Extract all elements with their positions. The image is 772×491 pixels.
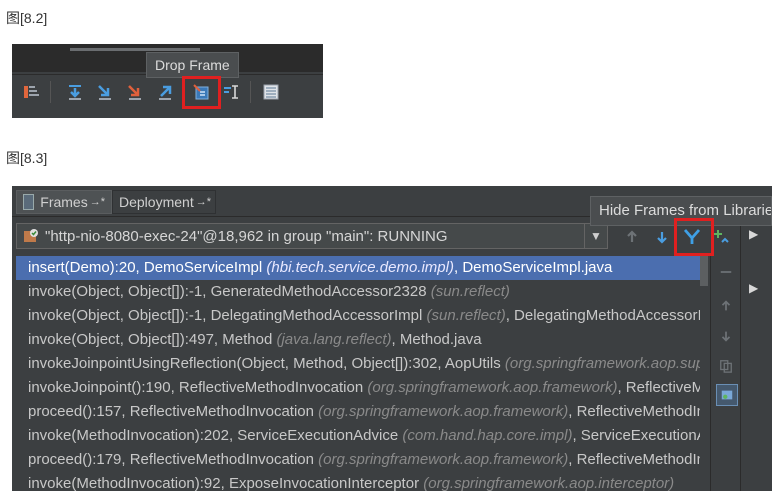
right-gutter: ▶ ▶ <box>740 217 772 491</box>
frame-package: (org.springframework.aop.framework) <box>318 451 569 468</box>
frame-package: (sun.reflect) <box>430 283 510 300</box>
frame-package: (org.springframework.aop.interceptor) <box>423 475 675 491</box>
step-into-icon[interactable] <box>94 81 116 103</box>
frame-package: (hbi.tech.service.demo.impl) <box>266 259 454 276</box>
frames-panel-screenshot: Frames →* Deployment →* "http-nio-8080-e… <box>12 186 772 491</box>
tab-frames-pin: →* <box>89 196 105 208</box>
step-over-icon[interactable] <box>64 81 86 103</box>
frame-package: (org.springframework.aop.framework) <box>367 379 618 396</box>
frame-method: insert(Demo):20, DemoServiceImpl <box>28 259 267 276</box>
frame-method: invokeJoinpoint():190, ReflectiveMethodI… <box>28 379 368 396</box>
frames-icon <box>23 194 35 210</box>
thread-select-value: "http-nio-8080-exec-24"@18,962 in group … <box>45 227 448 245</box>
frame-row[interactable]: invokeJoinpoint():190, ReflectiveMethodI… <box>16 376 708 400</box>
caption-fig-8-3: 图[8.3] <box>6 150 48 166</box>
frame-method: proceed():157, ReflectiveMethodInvocatio… <box>28 403 319 420</box>
tab-deployment-pin: →* <box>195 196 211 208</box>
play-icon[interactable]: ▶ <box>749 281 758 295</box>
frame-method: proceed():179, ReflectiveMethodInvocatio… <box>28 451 319 468</box>
frame-source: , Method.java <box>391 331 482 348</box>
watches-toggle-icon[interactable] <box>716 384 738 406</box>
frame-method: invoke(Object, Object[]):-1, GeneratedMe… <box>28 283 431 300</box>
side-toolbar <box>710 256 741 491</box>
frame-row[interactable]: invoke(MethodInvocation):92, ExposeInvoc… <box>16 472 708 491</box>
evaluate-expression-icon[interactable] <box>260 81 282 103</box>
minus-icon[interactable] <box>716 262 736 282</box>
frame-source: , ServiceExecutionAdvice <box>572 427 708 444</box>
frames-scrollbar[interactable] <box>700 256 708 491</box>
frame-package: (sun.reflect) <box>426 307 506 324</box>
frame-package: (java.lang.reflect) <box>276 331 392 348</box>
debugger-toolbar <box>12 74 323 111</box>
frame-source: , DelegatingMethodAccessorImpl <box>505 307 708 324</box>
frame-source: , ReflectiveMethodInvocation <box>617 379 708 396</box>
frame-package: (org.springframework.aop.support) <box>504 355 708 372</box>
frame-method: invoke(MethodInvocation):92, ExposeInvoc… <box>28 475 424 491</box>
caption-fig-8-2: 图[8.2] <box>6 10 48 26</box>
drop-frame-highlight-box <box>182 76 221 109</box>
tab-frames[interactable]: Frames →* <box>16 190 112 214</box>
frame-row[interactable]: invoke(MethodInvocation):202, ServiceExe… <box>16 424 708 448</box>
add-frame-icon[interactable] <box>712 227 732 247</box>
previous-frame-icon[interactable] <box>622 227 642 247</box>
frame-method: invoke(Object, Object[]):497, Method <box>28 331 277 348</box>
frame-source: , ReflectiveMethodInvocation <box>568 403 708 420</box>
frame-package: (org.springframework.aop.framework) <box>318 403 569 420</box>
hide-frames-highlight-box <box>674 218 714 256</box>
tab-frames-label: Frames <box>40 194 88 210</box>
next-frame-icon[interactable] <box>652 227 672 247</box>
chevron-down-icon[interactable]: ▼ <box>584 224 607 248</box>
frame-row[interactable]: insert(Demo):20, DemoServiceImpl (hbi.te… <box>16 256 708 280</box>
copy-icon[interactable] <box>716 356 736 376</box>
tab-deployment-label: Deployment <box>119 194 194 210</box>
frame-source: , ReflectiveMethodInvocation <box>568 451 708 468</box>
frame-row[interactable]: proceed():157, ReflectiveMethodInvocatio… <box>16 400 708 424</box>
thread-select[interactable]: "http-nio-8080-exec-24"@18,962 in group … <box>16 223 608 249</box>
frame-method: invoke(Object, Object[]):-1, DelegatingM… <box>28 307 427 324</box>
force-step-into-icon[interactable] <box>124 81 146 103</box>
frame-method: invoke(MethodInvocation):202, ServiceExe… <box>28 427 403 444</box>
frame-source: , DemoServiceImpl.java <box>453 259 613 276</box>
run-to-cursor-icon[interactable] <box>220 81 242 103</box>
move-down-icon[interactable] <box>716 326 736 346</box>
frame-row[interactable]: proceed():179, ReflectiveMethodInvocatio… <box>16 448 708 472</box>
frame-row[interactable]: invokeJoinpointUsingReflection(Object, M… <box>16 352 708 376</box>
frame-method: invokeJoinpointUsingReflection(Object, M… <box>28 355 505 372</box>
frame-row[interactable]: invoke(Object, Object[]):497, Method (ja… <box>16 328 708 352</box>
frame-row[interactable]: invoke(Object, Object[]):-1, DelegatingM… <box>16 304 708 328</box>
show-execution-point-icon[interactable] <box>20 81 42 103</box>
play-icon[interactable]: ▶ <box>749 227 758 241</box>
thread-running-icon <box>23 228 39 244</box>
move-up-icon[interactable] <box>716 296 736 316</box>
frames-list: insert(Demo):20, DemoServiceImpl (hbi.te… <box>16 256 708 491</box>
frame-package: (com.hand.hap.core.impl) <box>402 427 573 444</box>
frame-row[interactable]: invoke(Object, Object[]):-1, GeneratedMe… <box>16 280 708 304</box>
step-out-icon[interactable] <box>154 81 176 103</box>
tab-deployment[interactable]: Deployment →* <box>112 190 216 214</box>
drop-frame-tooltip: Drop Frame <box>146 52 239 78</box>
